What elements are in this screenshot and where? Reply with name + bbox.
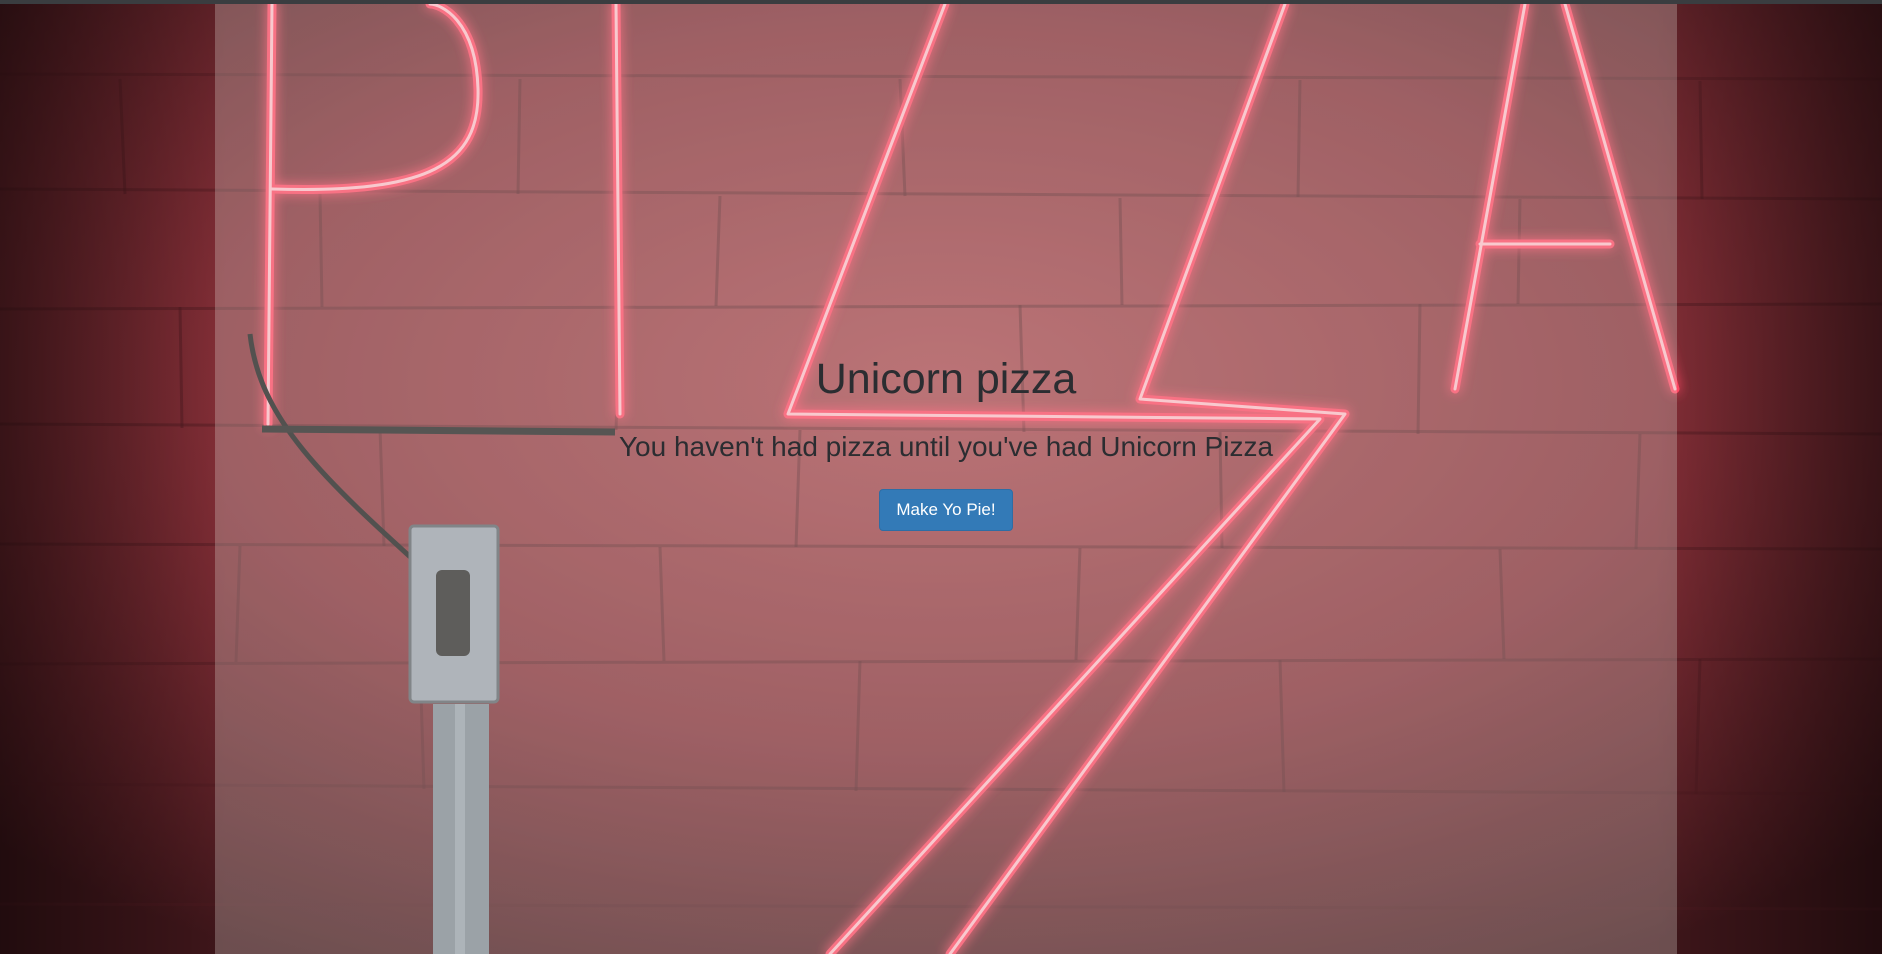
hero-section: Unicorn pizza You haven't had pizza unti… xyxy=(215,4,1677,954)
landing-page: Unicorn pizza You haven't had pizza unti… xyxy=(0,4,1882,954)
hero-title: Unicorn pizza xyxy=(815,355,1077,403)
hero-tagline: You haven't had pizza until you've had U… xyxy=(618,431,1274,462)
make-yo-pie-button[interactable]: Make Yo Pie! xyxy=(879,489,1013,531)
